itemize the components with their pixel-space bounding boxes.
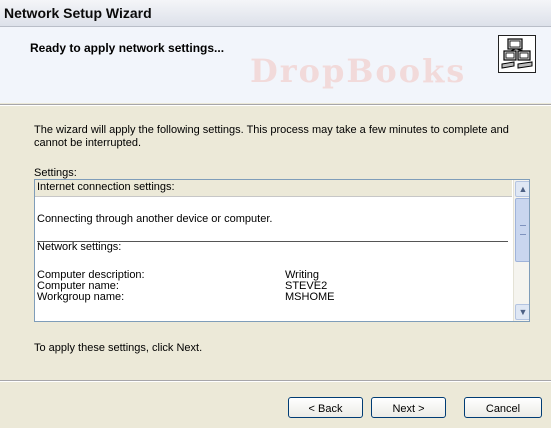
cancel-button[interactable]: Cancel — [464, 397, 542, 418]
internet-settings-value: Connecting through another device or com… — [37, 213, 273, 225]
next-button[interactable]: Next > — [371, 397, 446, 418]
settings-listbox[interactable]: Internet connection settings: Connecting… — [34, 179, 530, 322]
watermark: DropBooks — [250, 52, 467, 90]
internet-settings-header: Internet connection settings: — [35, 180, 512, 197]
scroll-up-button[interactable]: ▲ — [515, 181, 529, 197]
apply-instruction: To apply these settings, click Next. — [34, 342, 203, 354]
back-button[interactable]: < Back — [288, 397, 363, 418]
setting-label-workgroup-name: Workgroup name: — [37, 291, 125, 303]
description-text: The wizard will apply the following sett… — [34, 124, 509, 149]
title-bar: Network Setup Wizard — [0, 0, 551, 27]
scroll-down-button[interactable]: ▼ — [515, 304, 529, 320]
page-heading: Ready to apply network settings... — [30, 41, 225, 55]
internet-settings-header-text: Internet connection settings: — [37, 181, 175, 193]
header-divider — [0, 104, 551, 106]
window-title: Network Setup Wizard — [4, 5, 152, 21]
scroll-thumb[interactable] — [515, 198, 529, 262]
footer-divider — [0, 380, 551, 382]
settings-label: Settings: — [34, 167, 77, 179]
network-settings-header: Network settings: — [37, 241, 122, 253]
setting-value-workgroup-name: MSHOME — [285, 291, 335, 303]
vertical-scrollbar[interactable]: ▲ ▼ — [513, 180, 529, 321]
network-computers-icon — [498, 35, 536, 73]
settings-list-content: Internet connection settings: Connecting… — [35, 180, 512, 321]
scroll-grip-icon — [520, 225, 526, 235]
